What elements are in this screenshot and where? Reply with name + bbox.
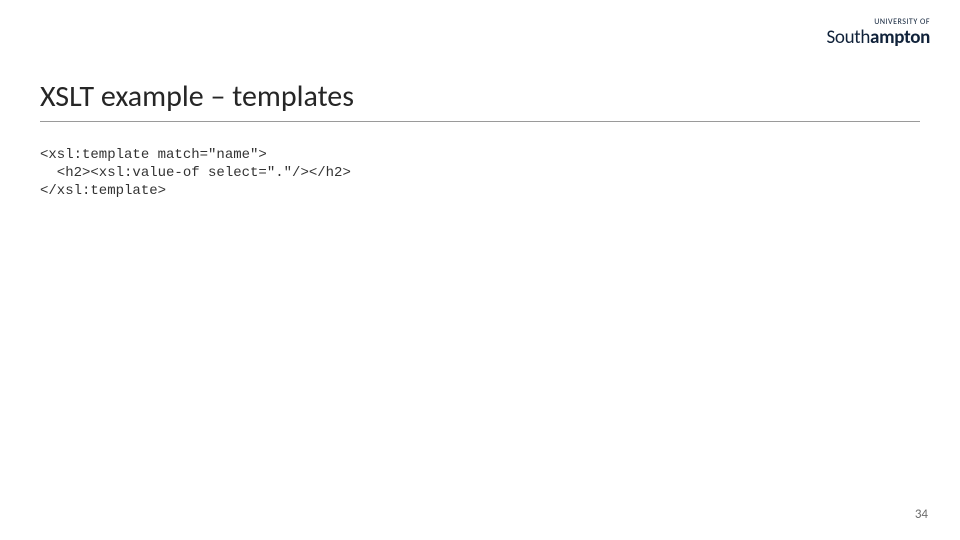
code-line-2: <h2><xsl:value-of select="."/></h2> xyxy=(40,165,351,181)
logo-upper-text: UNIVERSITY OF xyxy=(826,18,930,26)
code-block: <xsl:template match="name"> <h2><xsl:val… xyxy=(40,146,920,201)
slide-title: XSLT example – templates xyxy=(40,78,920,115)
title-underline xyxy=(40,121,920,122)
code-line-3: </xsl:template> xyxy=(40,183,166,199)
page-number: 34 xyxy=(915,507,928,522)
slide-content: XSLT example – templates <xsl:template m… xyxy=(40,78,920,201)
university-logo: UNIVERSITY OF Southampton xyxy=(826,18,930,47)
logo-main-text: Southampton xyxy=(826,28,930,47)
code-line-1: <xsl:template match="name"> xyxy=(40,147,267,163)
